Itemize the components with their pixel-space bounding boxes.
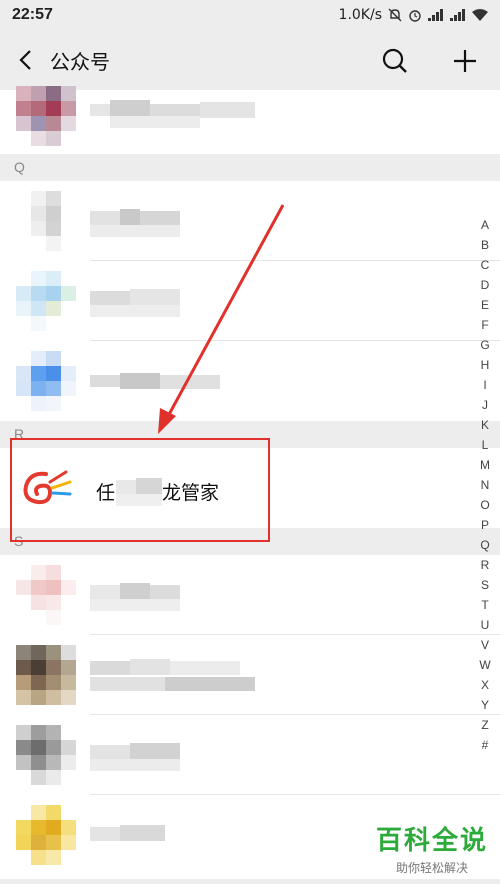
annotation-arrow-icon — [158, 204, 285, 434]
watermark-title: 百科全说 — [376, 826, 489, 856]
watermark-subtitle: 助你轻松解决 — [396, 861, 469, 875]
watermark: 百科全说 助你轻松解决 — [376, 820, 488, 876]
